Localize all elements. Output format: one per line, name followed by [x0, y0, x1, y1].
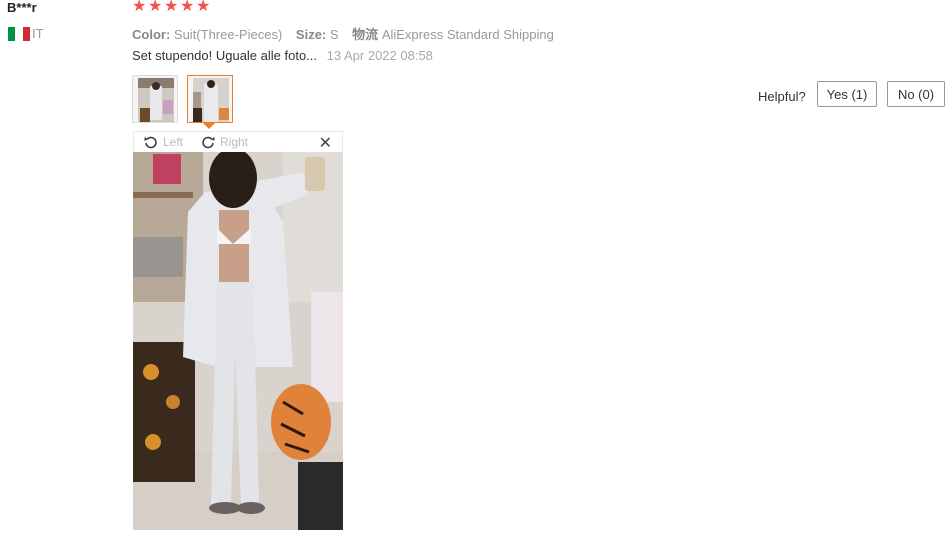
reviewer-name: B***r — [7, 0, 37, 15]
flag-stripe — [15, 27, 23, 41]
rotate-right-label: Right — [220, 135, 249, 149]
review-photo — [133, 152, 343, 530]
close-icon[interactable]: ✕ — [319, 133, 332, 153]
rotate-right-button[interactable]: Right — [200, 134, 248, 150]
star-icon: ★ — [180, 0, 195, 15]
review-text: Set stupendo! Uguale alle foto... — [132, 48, 318, 63]
flag-stripe — [8, 27, 16, 41]
star-rating: ★ ★ ★ ★ ★ — [132, 0, 211, 15]
color-label: Color: — [132, 27, 171, 42]
star-icon: ★ — [148, 0, 163, 15]
review-date: 13 Apr 2022 08:58 — [326, 48, 433, 63]
helpful-no-button[interactable]: No (0) — [887, 81, 945, 107]
helpful-yes-button[interactable]: Yes (1) — [817, 81, 877, 107]
reviewer-country: IT — [32, 26, 44, 41]
color-value: Suit(Three-Pieces) — [173, 27, 283, 42]
rotate-left-label: Left — [163, 135, 184, 149]
order-attributes: Color: Suit(Three-Pieces) Size: S 物流 Ali… — [132, 24, 564, 43]
thumbnail-image — [193, 78, 229, 122]
enlarged-review-photo — [133, 152, 343, 530]
photo-viewer-toolbar: Left Right ✕ — [133, 131, 343, 153]
review-content: Set stupendo! Uguale alle foto... 13 Apr… — [132, 48, 433, 63]
thumbnail-image — [138, 78, 174, 122]
star-icon: ★ — [132, 0, 147, 15]
rotate-left-button[interactable]: Left — [143, 134, 183, 150]
italy-flag-icon — [8, 27, 30, 41]
flag-stripe — [22, 27, 30, 41]
review-photo-thumbnail[interactable] — [132, 75, 178, 123]
review-photo-thumbnail-selected[interactable] — [187, 75, 233, 123]
size-value: S — [329, 27, 339, 42]
shipping-value: AliExpress Standard Shipping — [381, 27, 554, 42]
selected-thumbnail-caret — [203, 123, 215, 129]
shipping-label: 物流 — [352, 27, 379, 42]
size-label: Size: — [295, 27, 327, 42]
helpful-label: Helpful? — [758, 89, 806, 104]
rotate-left-icon — [144, 136, 157, 149]
star-icon: ★ — [164, 0, 179, 15]
rotate-right-icon — [202, 136, 215, 149]
star-icon: ★ — [196, 0, 211, 15]
